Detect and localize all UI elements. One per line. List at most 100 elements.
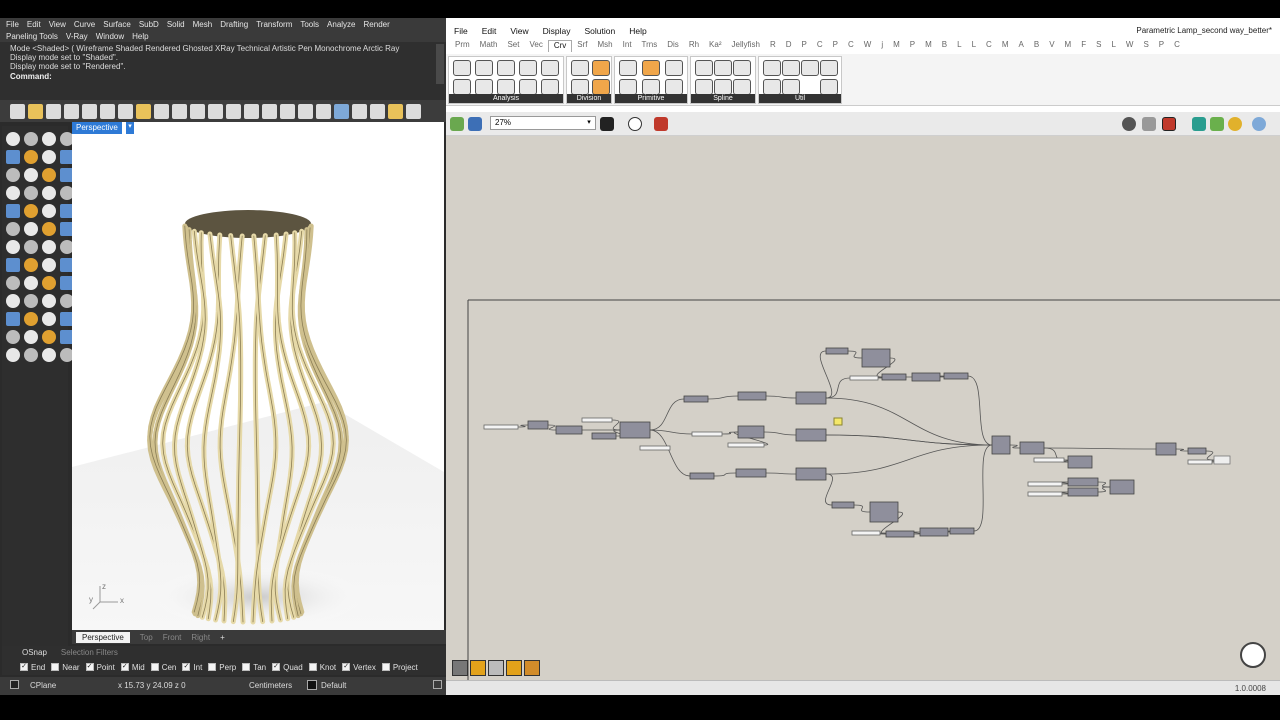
gh-tab[interactable]: Srf <box>572 40 592 52</box>
gh-tab[interactable]: B <box>1029 40 1044 52</box>
component-icon[interactable] <box>642 60 660 76</box>
gh-component[interactable] <box>911 372 941 382</box>
gh-component[interactable] <box>1187 447 1207 455</box>
history-scrollbar[interactable] <box>436 44 444 84</box>
add-viewport-tab-button[interactable]: + <box>220 633 225 642</box>
menu-transform[interactable]: Transform <box>256 20 292 29</box>
gh-tab[interactable]: F <box>1076 40 1091 52</box>
number-slider[interactable] <box>727 442 765 448</box>
menu-solid[interactable]: Solid <box>167 20 185 29</box>
open-folder-icon[interactable] <box>28 103 43 119</box>
osnap-tan[interactable]: Tan <box>242 663 266 672</box>
preview-shaded-icon[interactable] <box>1162 117 1176 131</box>
rotate-view-icon[interactable] <box>190 103 205 119</box>
osnap-mid[interactable]: ✓ Mid <box>120 663 145 672</box>
checkbox-empty-icon[interactable] <box>308 663 317 671</box>
component-icon[interactable] <box>763 60 781 76</box>
menu-help[interactable]: Help <box>132 32 148 41</box>
component-icon[interactable] <box>541 79 559 95</box>
gh-menu-solution[interactable]: Solution <box>585 26 616 36</box>
command-prompt[interactable]: Command: <box>10 72 52 81</box>
tool-icon[interactable] <box>6 312 20 326</box>
zoom-window-icon[interactable] <box>226 103 241 119</box>
number-slider[interactable] <box>581 417 613 423</box>
gh-component[interactable] <box>885 530 915 538</box>
preview-off-icon[interactable] <box>1122 117 1136 131</box>
gh-tab[interactable]: W <box>859 40 877 52</box>
gh-tab[interactable]: V <box>1044 40 1059 52</box>
osnap-vertex[interactable]: ✓ Vertex <box>342 663 376 672</box>
tool-icon[interactable] <box>6 294 20 308</box>
gh-component[interactable] <box>795 467 827 481</box>
gh-component[interactable] <box>527 420 549 430</box>
osnap-quad[interactable]: ✓ Quad <box>272 663 303 672</box>
widget-icon[interactable] <box>470 660 486 676</box>
number-slider[interactable] <box>483 424 519 430</box>
component-icon[interactable] <box>801 60 819 76</box>
cplane-icon[interactable] <box>334 103 349 119</box>
component-icon[interactable] <box>642 79 660 95</box>
component-icon[interactable] <box>695 60 713 76</box>
gh-component[interactable] <box>737 425 765 439</box>
checkbox-empty-icon[interactable] <box>242 663 251 671</box>
tool-icon[interactable] <box>42 312 56 326</box>
gh-tab[interactable]: M <box>920 40 937 52</box>
gh-tab[interactable]: Math <box>475 40 503 52</box>
gh-tab[interactable]: j <box>876 40 888 52</box>
tool-icon[interactable] <box>42 222 56 236</box>
component-icon[interactable] <box>820 60 838 76</box>
menu-paneling-tools[interactable]: Paneling Tools <box>6 32 58 41</box>
tool-icon[interactable] <box>42 330 56 344</box>
tool-icon[interactable] <box>6 186 20 200</box>
gh-component[interactable] <box>991 435 1011 455</box>
component-icon[interactable] <box>592 79 610 95</box>
tool-icon[interactable] <box>6 204 20 218</box>
tool-icon[interactable] <box>24 132 38 146</box>
number-slider[interactable] <box>691 431 723 437</box>
checkbox-empty-icon[interactable] <box>208 663 217 671</box>
checkbox-checked-icon[interactable]: ✓ <box>120 663 129 671</box>
widget-icon[interactable] <box>452 660 468 676</box>
tool-icon[interactable] <box>6 330 20 344</box>
component-icon[interactable] <box>475 79 493 95</box>
menu-file[interactable]: File <box>6 20 19 29</box>
component-icon[interactable] <box>733 79 751 95</box>
cplane-toggle-icon[interactable] <box>10 680 19 689</box>
osnap-cen[interactable]: Cen <box>150 663 176 672</box>
gh-component[interactable] <box>881 373 907 381</box>
gh-tab[interactable]: P <box>828 40 843 52</box>
gh-tab[interactable]: P <box>905 40 920 52</box>
component-icon[interactable] <box>763 79 781 95</box>
gh-tab[interactable]: L <box>952 40 966 52</box>
named-views-icon[interactable] <box>316 103 331 119</box>
tool-icon[interactable] <box>6 150 20 164</box>
tool-icon[interactable] <box>42 276 56 290</box>
gh-component[interactable] <box>591 432 617 440</box>
tool-icon[interactable] <box>42 132 56 146</box>
preview-wire-icon[interactable] <box>1142 117 1156 131</box>
gh-tab[interactable]: M <box>997 40 1014 52</box>
gh-component[interactable] <box>1019 441 1045 455</box>
component-icon[interactable] <box>714 60 732 76</box>
checkbox-checked-icon[interactable]: ✓ <box>85 663 94 671</box>
osnap-point[interactable]: ✓ Point <box>85 663 115 672</box>
number-slider[interactable] <box>1027 491 1063 497</box>
tool-icon[interactable] <box>24 240 38 254</box>
checkbox-checked-icon[interactable]: ✓ <box>20 663 28 671</box>
perspective-viewport[interactable]: Perspective ▾ x y z <box>72 122 444 630</box>
tool-icon[interactable] <box>24 348 38 362</box>
gh-component[interactable] <box>825 347 849 355</box>
copy-icon[interactable] <box>118 103 133 119</box>
menu-analyze[interactable]: Analyze <box>327 20 355 29</box>
tool-icon[interactable] <box>24 330 38 344</box>
gh-tab[interactable]: Crv <box>547 40 573 52</box>
gh-tab[interactable]: Prm <box>450 40 475 52</box>
component-icon[interactable] <box>619 79 637 95</box>
gh-tab[interactable]: Int <box>618 40 637 52</box>
gh-tab[interactable]: C <box>843 40 859 52</box>
tab-osnap[interactable]: OSnap <box>22 648 47 657</box>
save-file-icon[interactable] <box>468 117 482 131</box>
number-slider[interactable] <box>639 445 671 451</box>
gh-tab[interactable]: P <box>797 40 812 52</box>
undo-view-icon[interactable] <box>280 103 295 119</box>
